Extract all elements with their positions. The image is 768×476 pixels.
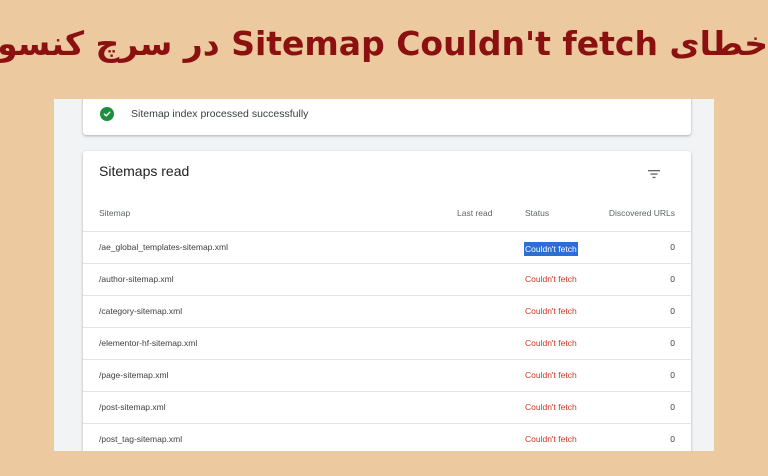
discovered-urls: 0	[670, 434, 675, 444]
sitemap-path: /post-sitemap.xml	[99, 402, 166, 412]
status-badge: Couldn't fetch	[525, 274, 577, 284]
status-badge: Couldn't fetch	[525, 402, 577, 412]
table-row[interactable]: /author-sitemap.xml Couldn't fetch 0	[83, 263, 691, 295]
status-badge: Couldn't fetch	[525, 434, 577, 444]
search-console-screenshot: Sitemap index processed successfully Sit…	[54, 99, 714, 451]
sitemap-path: /post_tag-sitemap.xml	[99, 434, 183, 444]
sitemap-path: /page-sitemap.xml	[99, 370, 169, 380]
status-badge: Couldn't fetch	[525, 370, 577, 380]
filter-icon[interactable]	[647, 165, 663, 179]
discovered-urls: 0	[670, 306, 675, 316]
column-header-status[interactable]: Status	[525, 208, 549, 218]
sitemap-path: /elementor-hf-sitemap.xml	[99, 338, 198, 348]
table-row[interactable]: /elementor-hf-sitemap.xml Couldn't fetch…	[83, 327, 691, 359]
card-title: Sitemaps read	[99, 163, 190, 179]
sitemaps-read-card: Sitemaps read Sitemap Last read Status D…	[83, 151, 691, 451]
sitemap-path: /author-sitemap.xml	[99, 274, 174, 284]
banner-title: خطای Sitemap Couldn't fetch در سرچ کنسول	[0, 24, 768, 63]
status-badge: Couldn't fetch	[525, 338, 577, 348]
discovered-urls: 0	[670, 402, 675, 412]
status-badge: Couldn't fetch	[525, 306, 577, 316]
index-status-card: Sitemap index processed successfully	[83, 99, 691, 135]
table-row[interactable]: /post_tag-sitemap.xml Couldn't fetch 0	[83, 423, 691, 451]
sitemap-path: /category-sitemap.xml	[99, 306, 183, 316]
discovered-urls: 0	[670, 370, 675, 380]
discovered-urls: 0	[670, 338, 675, 348]
table-row[interactable]: /category-sitemap.xml Couldn't fetch 0	[83, 295, 691, 327]
column-header-last-read[interactable]: Last read	[457, 208, 492, 218]
status-badge: Couldn't fetch	[524, 242, 578, 256]
discovered-urls: 0	[670, 274, 675, 284]
discovered-urls: 0	[670, 242, 675, 252]
column-header-discovered-urls[interactable]: Discovered URLs	[609, 208, 675, 218]
sitemaps-table: /ae_global_templates-sitemap.xml Couldn'…	[83, 231, 691, 451]
sitemap-path: /ae_global_templates-sitemap.xml	[99, 242, 228, 252]
column-header-sitemap[interactable]: Sitemap	[99, 208, 130, 218]
table-row[interactable]: /ae_global_templates-sitemap.xml Couldn'…	[83, 231, 691, 263]
table-row[interactable]: /post-sitemap.xml Couldn't fetch 0	[83, 391, 691, 423]
table-row[interactable]: /page-sitemap.xml Couldn't fetch 0	[83, 359, 691, 391]
check-circle-icon	[100, 107, 114, 121]
index-status-message: Sitemap index processed successfully	[131, 108, 309, 120]
